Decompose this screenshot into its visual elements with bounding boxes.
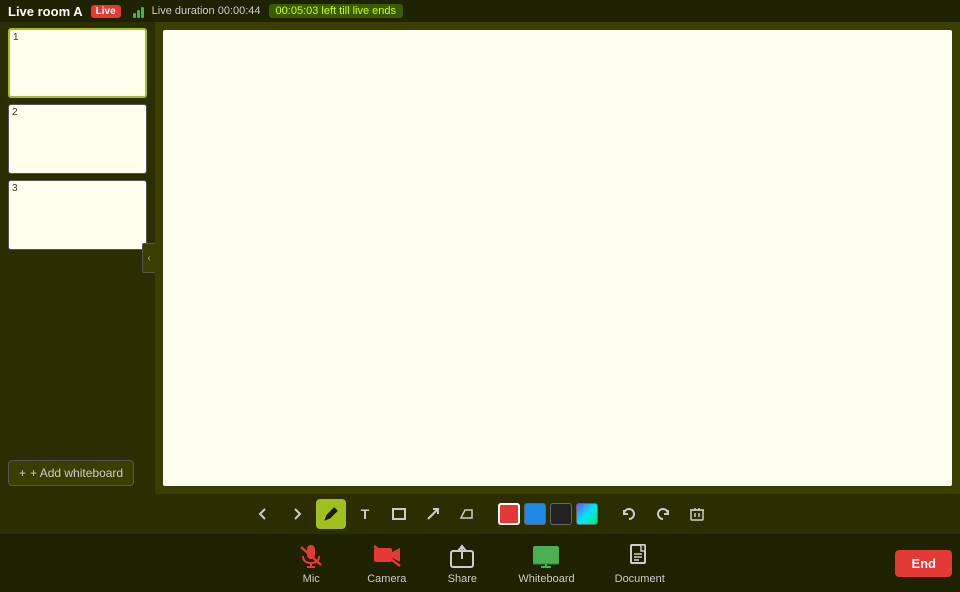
slide-thumb-3[interactable]: 3: [8, 180, 147, 250]
whiteboard-icon: [530, 541, 562, 571]
live-badge: Live: [91, 5, 121, 18]
signal-icon: [133, 4, 144, 18]
end-button[interactable]: End: [895, 550, 952, 577]
pen-tool-button[interactable]: [316, 499, 346, 529]
slide-num-2: 2: [12, 107, 18, 118]
eraser-tool-button[interactable]: [452, 499, 482, 529]
camera-icon: [371, 541, 403, 571]
color-black-button[interactable]: [550, 503, 572, 525]
add-whiteboard-label: + Add whiteboard: [30, 466, 123, 480]
share-label: Share: [448, 573, 477, 585]
room-title: Live room A: [8, 4, 83, 19]
slide-thumb-2[interactable]: 2: [8, 104, 147, 174]
text-tool-button[interactable]: T: [350, 499, 380, 529]
bottom-bar: Mic Camera Share: [0, 534, 960, 592]
prev-slide-button[interactable]: [248, 499, 278, 529]
document-label: Document: [615, 573, 665, 585]
text-tool-icon: T: [361, 506, 370, 522]
add-icon: +: [19, 466, 26, 480]
mic-label: Mic: [303, 573, 320, 585]
main-layout: 1 2 3 ‹: [0, 22, 960, 494]
slide-num-3: 3: [12, 183, 18, 194]
document-button[interactable]: Document: [615, 541, 665, 585]
mic-icon: [295, 541, 327, 571]
slide-num-1: 1: [13, 32, 19, 43]
undo-button[interactable]: [614, 499, 644, 529]
color-blue-button[interactable]: [524, 503, 546, 525]
arrow-tool-button[interactable]: [418, 499, 448, 529]
canvas-area: [155, 22, 960, 494]
color-purple-button[interactable]: [576, 503, 598, 525]
time-left-badge: 00:05:03 left till live ends: [269, 4, 403, 18]
redo-button[interactable]: [648, 499, 678, 529]
share-icon: [446, 541, 478, 571]
mic-button[interactable]: Mic: [295, 541, 327, 585]
slide-panel: 1 2 3 ‹: [0, 22, 155, 494]
whiteboard-button[interactable]: Whiteboard: [518, 541, 574, 585]
collapse-panel-button[interactable]: ‹: [142, 243, 155, 273]
camera-label: Camera: [367, 573, 406, 585]
document-icon: [624, 541, 656, 571]
delete-button[interactable]: [682, 499, 712, 529]
next-slide-button[interactable]: [282, 499, 312, 529]
color-red-button[interactable]: [498, 503, 520, 525]
add-whiteboard-button[interactable]: + + Add whiteboard: [8, 460, 134, 486]
whiteboard-label: Whiteboard: [518, 573, 574, 585]
whiteboard-canvas[interactable]: [163, 30, 952, 486]
toolbar: T: [0, 494, 960, 534]
top-bar: Live room A Live Live duration 00:00:44 …: [0, 0, 960, 22]
share-button[interactable]: Share: [446, 541, 478, 585]
slide-thumb-1[interactable]: 1: [8, 28, 147, 98]
rect-tool-button[interactable]: [384, 499, 414, 529]
live-duration: Live duration 00:00:44: [152, 5, 261, 17]
camera-button[interactable]: Camera: [367, 541, 406, 585]
